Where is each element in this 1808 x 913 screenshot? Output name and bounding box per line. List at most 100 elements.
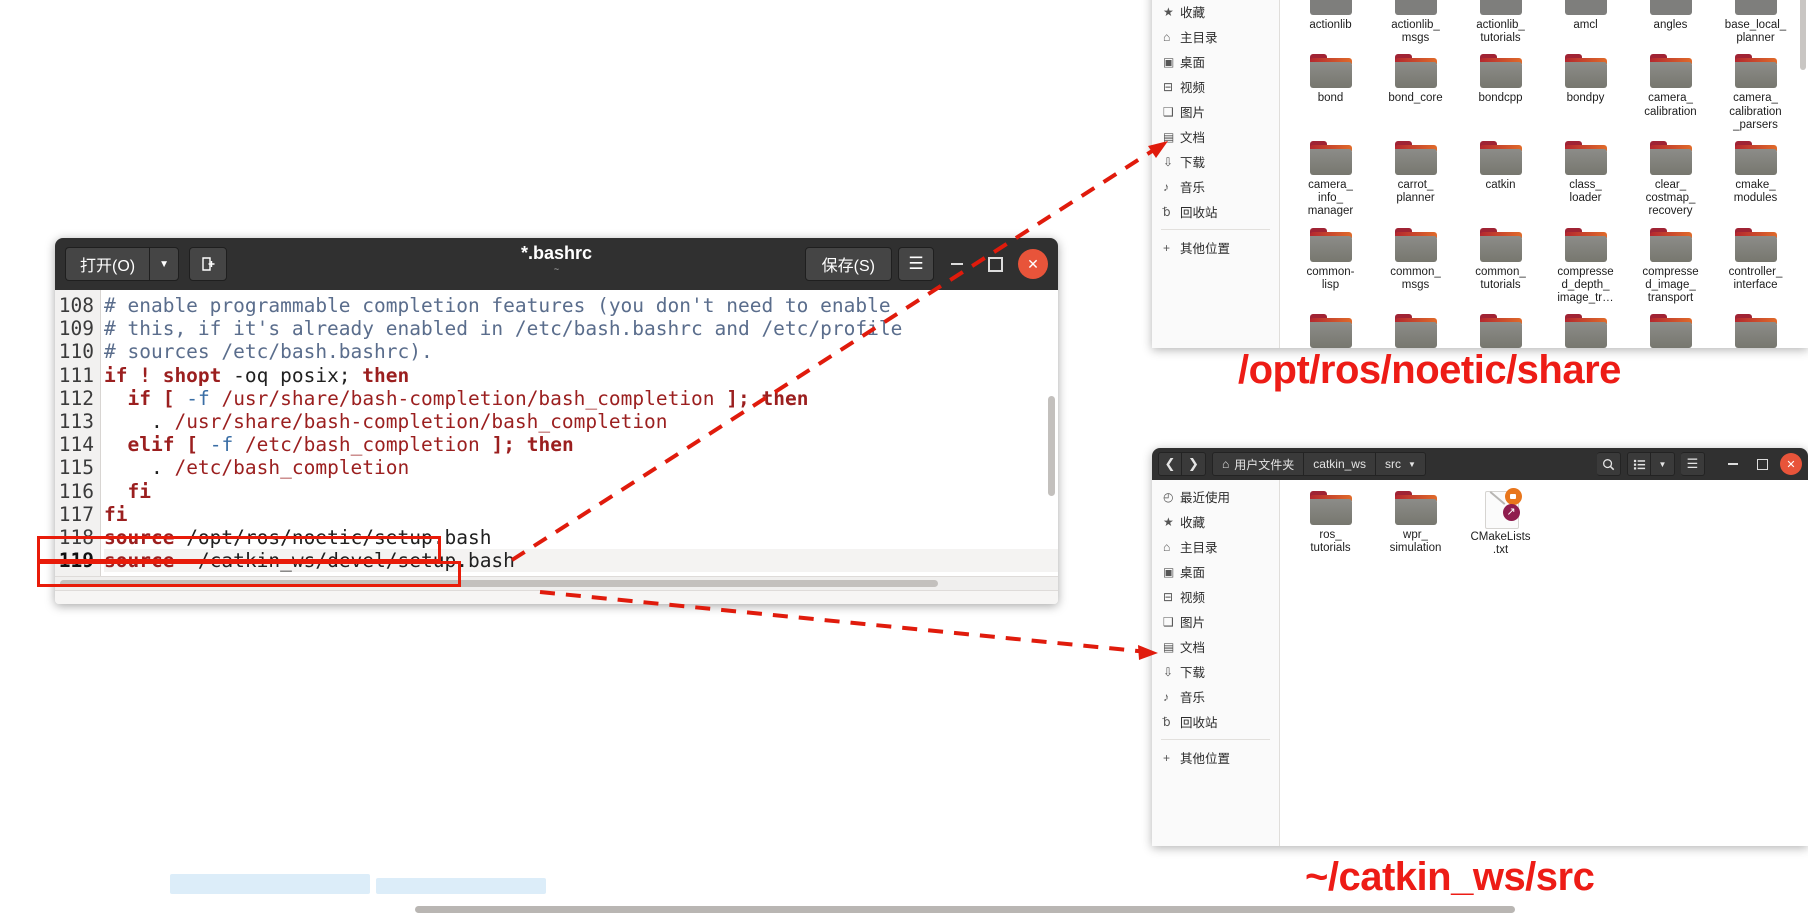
sidebar-item-other-locations[interactable]: + 其他位置 [1152,235,1279,260]
minimize-icon[interactable] [1722,453,1744,475]
file-manager-content[interactable]: ros_ tutorials wpr_ simulation ↗ CMakeLists… [1280,480,1808,846]
breadcrumb-item-catkin-ws[interactable]: catkin_ws [1304,452,1376,476]
file-item[interactable]: ↗ CMakeLists .txt [1458,486,1543,561]
folder-item[interactable]: carrot_ planner [1373,136,1458,223]
file-manager-scrollbar[interactable] [1800,0,1806,70]
file-grid[interactable]: actionlib actionlib_ msgs actionlib_ tutor… [1280,0,1808,348]
sidebar-item-4[interactable]: ⊟ 视频 [1152,74,1279,99]
maximize-icon[interactable] [980,249,1010,279]
folder-item[interactable]: catkin [1458,136,1543,223]
folder-item[interactable] [1288,309,1373,348]
folder-item[interactable]: cmake_ modules [1713,136,1798,223]
search-icon[interactable] [1597,452,1621,476]
folder-item[interactable]: actionlib_ tutorials [1458,0,1543,49]
folder-item[interactable] [1458,309,1543,348]
file-grid[interactable]: ros_ tutorials wpr_ simulation ↗ CMakeLists… [1280,480,1808,561]
code-text[interactable]: # enable programmable completion feature… [101,290,1058,576]
sidebar-item-5[interactable]: ❑ 图片 [1152,99,1279,124]
breadcrumb-item-home[interactable]: ⌂ 用户文件夹 [1212,452,1305,476]
sidebar-item-5[interactable]: ❑ 图片 [1152,609,1279,634]
sidebar-item-other-locations[interactable]: + 其他位置 [1152,745,1279,770]
sidebar-item-label: 收藏 [1180,516,1206,530]
folder-item[interactable]: compresse d_depth_ image_tr… [1543,223,1628,310]
folder-item[interactable] [1373,309,1458,348]
page-horizontal-scrollbar[interactable] [415,906,1515,913]
code-line[interactable]: . /usr/share/bash-completion/bash_comple… [104,410,1058,433]
code-line[interactable]: # this, if it's already enabled in /etc/… [104,317,1058,340]
code-line[interactable]: if [ -f /usr/share/bash-completion/bash_… [104,387,1058,410]
folder-item[interactable]: common- lisp [1288,223,1373,310]
code-editing-area[interactable]: 108 109 110 111 112 113 114 115 116 117 118 119 # e… [55,290,1058,576]
folder-item[interactable]: clear_ costmap_ recovery [1628,136,1713,223]
sidebar-item-1[interactable]: ★ 收藏 [1152,0,1279,24]
language-selector[interactable]: sh ▼ [604,603,639,605]
hamburger-menu-icon[interactable]: ☰ [898,247,934,281]
folder-item[interactable]: wpr_ simulation [1373,486,1458,561]
code-line[interactable]: fi [104,480,1058,503]
folder-item[interactable] [1628,309,1713,348]
item-label: bondcpp [1478,92,1523,105]
code-line[interactable]: . /etc/bash_completion [104,456,1058,479]
sidebar-item-7[interactable]: ⇩ 下载 [1152,659,1279,684]
folder-item[interactable]: angles [1628,0,1713,49]
file-manager-content[interactable]: actionlib actionlib_ msgs actionlib_ tutor… [1280,0,1808,348]
editor-vertical-scrollbar[interactable] [1048,396,1055,496]
code-line[interactable]: elif [ -f /etc/bash_completion ]; then [104,433,1058,456]
sidebar-item-9[interactable]: ␢ 回收站 [1152,709,1279,734]
code-line[interactable]: # enable programmable completion feature… [104,294,1058,317]
sidebar-item-2[interactable]: ⌂ 主目录 [1152,534,1279,559]
folder-item[interactable]: base_local_ planner [1713,0,1798,49]
folder-item[interactable]: actionlib_ msgs [1373,0,1458,49]
folder-item[interactable]: camera_ calibration [1628,49,1713,136]
folder-item[interactable]: class_ loader [1543,136,1628,223]
folder-item[interactable]: ros_ tutorials [1288,486,1373,561]
sidebar-item-6[interactable]: ▤ 文档 [1152,634,1279,659]
sidebar-item-3[interactable]: ▣ 桌面 [1152,559,1279,584]
sidebar-item-7[interactable]: ⇩ 下载 [1152,149,1279,174]
code-line[interactable]: fi [104,503,1058,526]
breadcrumb-item-src[interactable]: src ▼ [1375,452,1426,476]
folder-item[interactable]: bond_core [1373,49,1458,136]
close-icon[interactable]: ✕ [1018,249,1048,279]
insert-mode[interactable]: 插入 [1004,600,1038,604]
sidebar-item-9[interactable]: ␢ 回收站 [1152,199,1279,224]
save-button[interactable]: 保存(S) [804,247,892,281]
hamburger-menu-icon[interactable]: ☰ [1681,452,1705,476]
sidebar-item-8[interactable]: ♪ 音乐 [1152,174,1279,199]
folder-item[interactable] [1713,309,1798,348]
list-view-icon[interactable] [1627,452,1651,476]
folder-item[interactable]: compresse d_image_ transport [1628,223,1713,310]
chevron-right-icon[interactable]: ❯ [1182,452,1206,476]
code-line[interactable]: # sources /etc/bash.bashrc). [104,340,1058,363]
sidebar-divider [1161,739,1270,740]
folder-item[interactable]: camera_ info_ manager [1288,136,1373,223]
code-token: posix; [280,363,363,387]
folder-item[interactable]: camera_ calibration _parsers [1713,49,1798,136]
folder-item[interactable]: bondcpp [1458,49,1543,136]
maximize-icon[interactable] [1751,453,1773,475]
sidebar-item-4[interactable]: ⊟ 视频 [1152,584,1279,609]
sidebar-item-8[interactable]: ♪ 音乐 [1152,684,1279,709]
sidebar-item-2[interactable]: ⌂ 主目录 [1152,24,1279,49]
folder-item[interactable]: bond [1288,49,1373,136]
folder-item[interactable]: common_ msgs [1373,223,1458,310]
folder-item[interactable]: common_ tutorials [1458,223,1543,310]
close-icon[interactable]: ✕ [1780,453,1802,475]
folder-item[interactable]: actionlib [1288,0,1373,49]
chevron-down-icon[interactable]: ▼ [1651,452,1675,476]
folder-item[interactable]: bondpy [1543,49,1628,136]
sidebar-item-1[interactable]: ★ 收藏 [1152,509,1279,534]
chevron-left-icon[interactable]: ❮ [1158,452,1182,476]
folder-item[interactable] [1543,309,1628,348]
tab-width-selector[interactable]: 制表符宽度: 8 ▼ [664,600,785,604]
new-document-icon[interactable] [189,247,228,281]
folder-item[interactable]: controller_ interface [1713,223,1798,310]
sidebar-item-3[interactable]: ▣ 桌面 [1152,49,1279,74]
sidebar-item-0[interactable]: ◴ 最近使用 [1152,484,1279,509]
chevron-down-icon[interactable]: ▼ [149,247,180,281]
code-line[interactable]: if ! shopt -oq posix; then [104,364,1058,387]
minimize-icon[interactable] [942,249,972,279]
open-button[interactable]: 打开(O) [65,247,150,281]
sidebar-item-6[interactable]: ▤ 文档 [1152,124,1279,149]
folder-item[interactable]: amcl [1543,0,1628,49]
